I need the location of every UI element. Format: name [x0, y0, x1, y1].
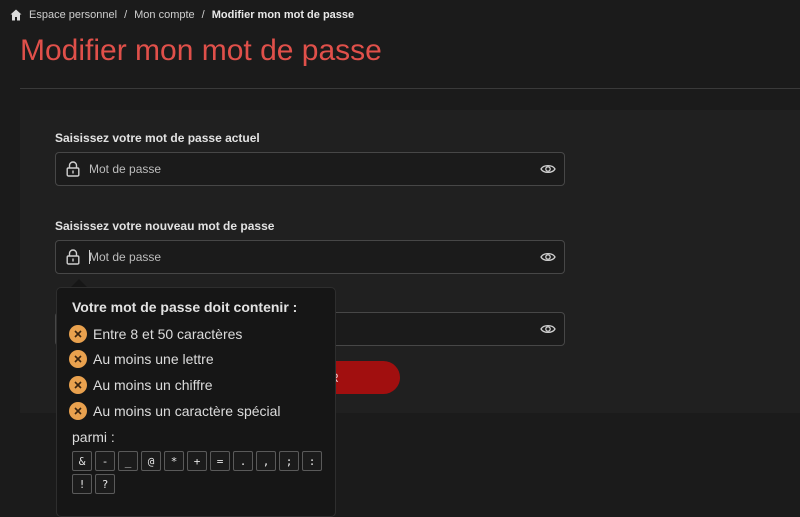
special-chars-intro: parmi :: [72, 429, 115, 445]
special-char-chip: +: [187, 451, 207, 471]
special-char-chip: ;: [279, 451, 299, 471]
home-icon[interactable]: [10, 9, 22, 21]
x-circle-icon: [69, 350, 87, 368]
breadcrumb-item-current: Modifier mon mot de passe: [211, 9, 355, 21]
x-circle-icon: [69, 402, 87, 420]
rule-label: Entre 8 et 50 caractères: [93, 326, 243, 342]
text-caret: [89, 250, 90, 264]
special-char-chip: =: [210, 451, 230, 471]
new-password-label: Saisissez votre nouveau mot de passe: [55, 219, 275, 233]
new-password-field[interactable]: Mot de passe: [55, 240, 565, 274]
special-char-chip: ?: [95, 474, 115, 494]
rule-special: Au moins un caractère spécial: [69, 402, 281, 420]
rule-digit: Au moins un chiffre: [69, 376, 213, 394]
special-char-chip: !: [72, 474, 92, 494]
breadcrumb-separator: /: [124, 9, 128, 21]
special-char-chip: _: [118, 451, 138, 471]
password-requirements-popover: Votre mot de passe doit contenir : Entre…: [56, 287, 336, 517]
special-char-chip: ,: [256, 451, 276, 471]
page-title: Modifier mon mot de passe: [20, 34, 382, 67]
rule-letter: Au moins une lettre: [69, 350, 214, 368]
rule-label: Au moins un chiffre: [93, 377, 213, 393]
rule-length: Entre 8 et 50 caractères: [69, 325, 242, 343]
special-char-chip: :: [302, 451, 322, 471]
breadcrumb-item-espace-personnel[interactable]: Espace personnel: [29, 9, 117, 21]
special-chars-list: & - _ @ * + = . , ; : ! ?: [72, 451, 322, 494]
title-divider: [20, 88, 800, 89]
popover-title: Votre mot de passe doit contenir :: [72, 299, 298, 315]
current-password-field[interactable]: Mot de passe: [55, 152, 565, 186]
breadcrumb: Espace personnel / Mon compte / Modifier…: [10, 9, 354, 21]
rule-label: Au moins un caractère spécial: [93, 403, 281, 419]
x-circle-icon: [69, 376, 87, 394]
special-char-chip: @: [141, 451, 161, 471]
eye-icon[interactable]: [540, 162, 556, 176]
current-password-placeholder: Mot de passe: [89, 162, 162, 176]
rule-label: Au moins une lettre: [93, 351, 214, 367]
special-char-chip: &: [72, 451, 92, 471]
special-char-chip: -: [95, 451, 115, 471]
new-password-placeholder: Mot de passe: [89, 250, 162, 264]
eye-icon[interactable]: [540, 322, 556, 336]
breadcrumb-item-mon-compte[interactable]: Mon compte: [134, 9, 195, 21]
current-password-label: Saisissez votre mot de passe actuel: [55, 131, 260, 145]
eye-icon[interactable]: [540, 250, 556, 264]
lock-icon: [66, 161, 80, 177]
lock-icon: [66, 249, 80, 265]
special-char-chip: .: [233, 451, 253, 471]
breadcrumb-separator: /: [201, 9, 205, 21]
special-char-chip: *: [164, 451, 184, 471]
x-circle-icon: [69, 325, 87, 343]
